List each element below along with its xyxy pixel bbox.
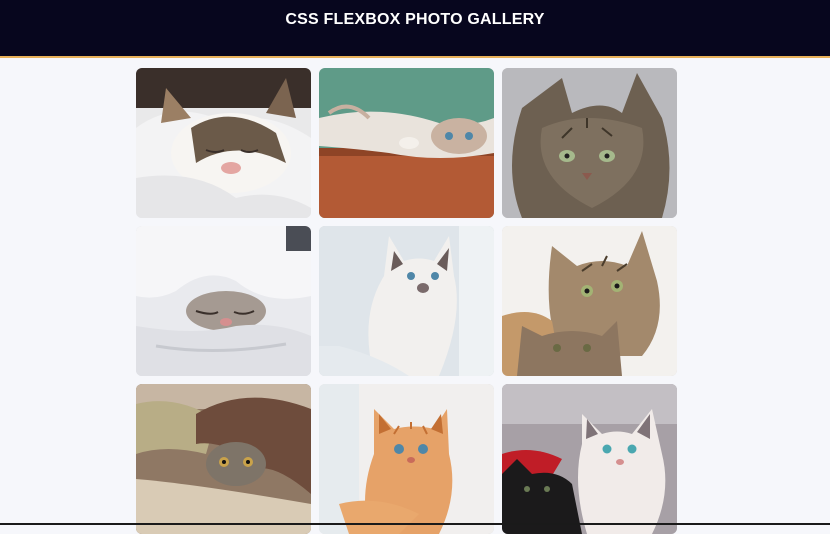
gallery-photo-sleeping-cat[interactable] [136, 68, 311, 218]
gallery-photo-tabby-portrait[interactable] [502, 68, 677, 218]
page-header: CSS FLEXBOX PHOTO GALLERY [0, 0, 830, 58]
gallery-photo-lying-kitten[interactable] [319, 68, 494, 218]
gallery-photo-white-kitten[interactable] [319, 226, 494, 376]
cat-photo-image [319, 226, 494, 376]
gallery-photo-orange-kitten[interactable] [319, 384, 494, 534]
cat-photo-image [319, 68, 494, 218]
photo-gallery [136, 68, 678, 534]
cat-photo-image [502, 384, 677, 534]
cat-photo-image [136, 226, 311, 376]
cat-photo-image [136, 68, 311, 218]
cat-photo-image [502, 68, 677, 218]
gallery-photo-two-kittens[interactable] [502, 226, 677, 376]
cat-photo-image [319, 384, 494, 534]
page-title: CSS FLEXBOX PHOTO GALLERY [285, 11, 545, 28]
gallery-photo-cat-under-knit-blanket[interactable] [136, 384, 311, 534]
gallery-photo-black-white-kittens[interactable] [502, 384, 677, 534]
cat-photo-image [136, 384, 311, 534]
gallery-photo-cat-under-blanket[interactable] [136, 226, 311, 376]
cat-photo-image [502, 226, 677, 376]
